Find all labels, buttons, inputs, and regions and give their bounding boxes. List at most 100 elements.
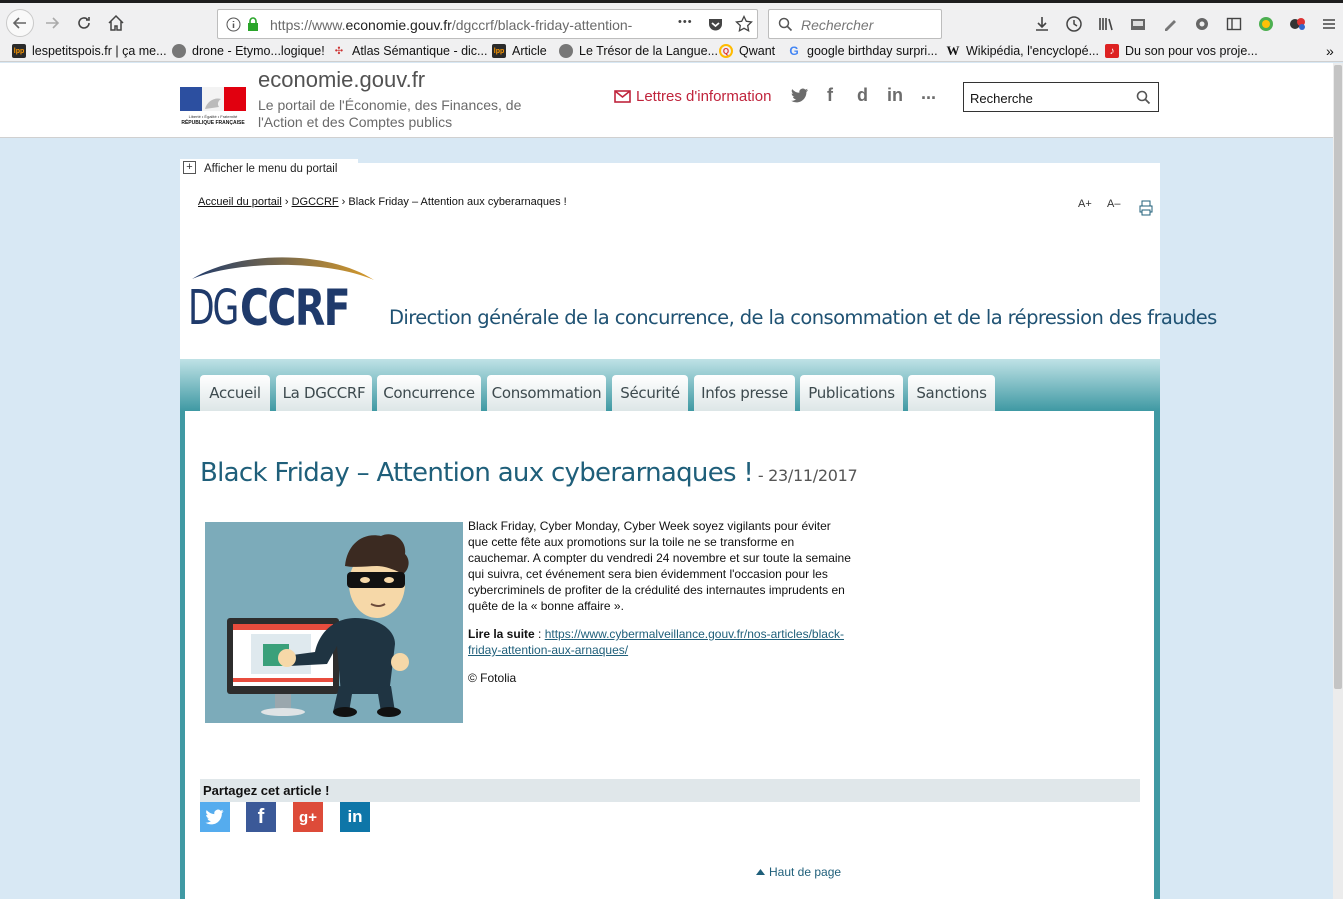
nav-tab-sanctions[interactable]: Sanctions (908, 375, 995, 411)
portal-header: Liberté • Égalité • Fraternité RÉPUBLIQU… (0, 63, 1343, 138)
browser-search-placeholder: Rechercher (801, 17, 874, 33)
breadcrumb-current: Black Friday – Attention aux cyberarnaqu… (348, 196, 567, 208)
linkedin-icon: in (347, 807, 363, 826)
google-plus-icon: g+ (299, 808, 317, 826)
bookmark-item[interactable]: drone - Etymo...logique! (172, 42, 325, 60)
nav-tab-consommation[interactable]: Consommation (487, 375, 606, 411)
breadcrumb-dgccrf-link[interactable]: DGCCRF (292, 196, 339, 208)
share-facebook-button[interactable]: f (246, 802, 276, 832)
extension-gear-icon[interactable] (1191, 13, 1213, 35)
bookmark-item[interactable]: ✣ Atlas Sémantique - dic... (332, 42, 488, 60)
forward-button[interactable] (38, 9, 66, 37)
globe-favicon-icon (172, 44, 186, 58)
arrow-left-icon (12, 17, 26, 29)
url-text: https://www.economie.gouv.fr/dgccrf/blac… (270, 17, 633, 33)
search-icon[interactable] (1136, 90, 1151, 105)
twitter-icon[interactable] (791, 87, 809, 108)
back-button[interactable] (6, 9, 34, 37)
page-scrollbar[interactable] (1333, 63, 1343, 899)
info-icon (226, 17, 241, 32)
lpp-favicon-icon: lpp (12, 44, 26, 58)
nav-tab-accueil[interactable]: Accueil (200, 375, 270, 411)
nav-tab-la-dgccrf[interactable]: La DGCCRF (276, 375, 372, 411)
library-icon[interactable] (1095, 13, 1117, 35)
menu-icon[interactable] (1318, 13, 1340, 35)
scrollbar-thumb[interactable] (1334, 65, 1342, 689)
atlas-favicon-icon: ✣ (334, 45, 344, 57)
article-illustration-hacker (205, 522, 463, 723)
globe-favicon-icon (559, 44, 573, 58)
sidebar-icon[interactable] (1223, 13, 1245, 35)
breadcrumb-home-link[interactable]: Accueil du portail (198, 196, 282, 208)
extension-icon-1[interactable] (1127, 13, 1149, 35)
downloads-icon[interactable] (1031, 13, 1053, 35)
bookmark-item[interactable]: ♪ Du son pour vos proje... (1105, 42, 1258, 60)
google-favicon-icon: G (789, 44, 799, 58)
back-to-top-link[interactable]: Haut de page (756, 865, 841, 879)
share-section: Partagez cet article ! (200, 779, 1140, 802)
history-icon[interactable] (1063, 13, 1085, 35)
article-paragraph: Black Friday, Cyber Monday, Cyber Week s… (468, 519, 851, 613)
qwant-favicon-icon: Q (719, 44, 733, 58)
reload-icon (78, 17, 90, 29)
font-decrease-button[interactable]: A– (1107, 198, 1120, 210)
triangle-up-icon (756, 869, 765, 875)
facebook-icon[interactable]: f (827, 85, 833, 106)
portal-tagline: Le portail de l'Économie, des Finances, … (258, 97, 522, 130)
font-increase-button[interactable]: A+ (1078, 198, 1092, 210)
browser-search-field[interactable]: Rechercher (768, 9, 942, 39)
share-google-plus-button[interactable]: g+ (293, 802, 323, 832)
portal-search-input[interactable]: Recherche (963, 82, 1159, 112)
logo-ccrf-text: CCRF (240, 279, 351, 337)
lock-icon (248, 17, 258, 31)
home-icon (108, 14, 124, 31)
marianne-logo[interactable]: Liberté • Égalité • Fraternité RÉPUBLIQU… (180, 87, 246, 127)
extension-balls-icon[interactable] (1287, 13, 1309, 35)
bookmarks-toolbar: lpp lespetitspois.fr | ça me... drone - E… (0, 40, 1343, 62)
extension-globe-icon[interactable] (1255, 13, 1277, 35)
portal-site-name[interactable]: economie.gouv.fr (258, 67, 425, 93)
page-actions-button[interactable]: ••• (678, 16, 693, 28)
browser-toolbar: https://www.economie.gouv.fr/dgccrf/blac… (0, 0, 1343, 40)
bookmark-item[interactable]: Le Trésor de la Langue... (559, 42, 718, 60)
extension-icon-2[interactable] (1159, 13, 1181, 35)
bookmark-item[interactable]: Q Qwant (719, 42, 775, 60)
envelope-icon (614, 90, 631, 103)
newsletter-link[interactable]: Lettres d'information (614, 88, 771, 105)
bookmark-star-icon[interactable] (735, 15, 753, 33)
bookmark-item[interactable]: Ggoogle birthday surpri... (787, 42, 937, 60)
linkedin-icon[interactable]: in (887, 85, 903, 106)
share-linkedin-button[interactable]: in (340, 802, 370, 832)
nav-tab-publications[interactable]: Publications (800, 375, 903, 411)
twitter-icon (205, 809, 224, 825)
dgccrf-full-title: Direction générale de la concurrence, de… (389, 306, 1217, 329)
nav-tab-concurrence[interactable]: Concurrence (377, 375, 481, 411)
breadcrumb: Accueil du portail › DGCCRF › Black Frid… (198, 196, 567, 208)
bookmark-item[interactable]: W Wikipédia, l'encyclopé... (946, 42, 1100, 60)
article-title: Black Friday – Attention aux cyberarnaqu… (200, 458, 858, 488)
pocket-icon[interactable] (707, 16, 724, 33)
nav-tab-securite[interactable]: Sécurité (612, 375, 688, 411)
logo-dg-text: DG (188, 280, 239, 336)
bookmark-item[interactable]: lpp Article (492, 42, 547, 60)
bookmark-item[interactable]: lpp lespetitspois.fr | ça me... (12, 42, 167, 60)
music-favicon-icon: ♪ (1105, 44, 1119, 58)
home-button[interactable] (102, 9, 130, 37)
arrow-right-icon (46, 17, 60, 29)
search-icon (778, 17, 793, 32)
show-portal-menu-toggle[interactable]: + Afficher le menu du portail (180, 159, 358, 179)
read-more: Lire la suite : https://www.cybermalveil… (468, 627, 844, 657)
more-social-icon[interactable]: ... (921, 83, 936, 104)
bookmarks-overflow-icon[interactable]: » (1326, 42, 1334, 60)
nav-tab-infos-presse[interactable]: Infos presse (694, 375, 795, 411)
photo-credit: © Fotolia (468, 671, 517, 685)
url-bar[interactable]: https://www.economie.gouv.fr/dgccrf/blac… (217, 9, 758, 39)
reload-button[interactable] (70, 9, 98, 37)
print-icon[interactable] (1139, 200, 1153, 219)
facebook-icon: f (257, 805, 265, 828)
article-body: Black Friday, Cyber Monday, Cyber Week s… (468, 518, 853, 698)
dgccrf-logo[interactable]: DG CCRF (188, 252, 380, 334)
article-date: - 23/11/2017 (753, 466, 858, 485)
dailymotion-icon[interactable]: d (857, 85, 868, 106)
share-twitter-button[interactable] (200, 802, 230, 832)
